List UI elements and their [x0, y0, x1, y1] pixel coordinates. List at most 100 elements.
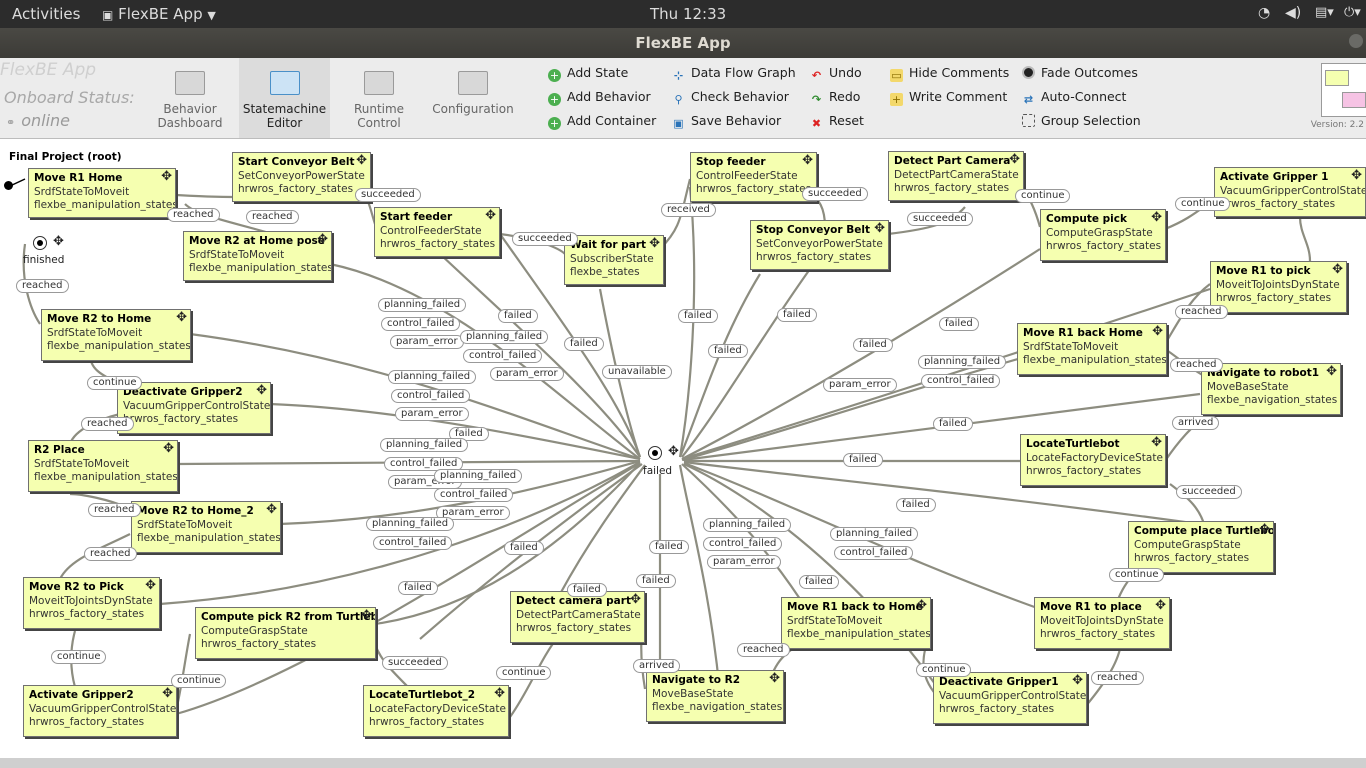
move-icon[interactable]: ✥ — [1155, 599, 1166, 613]
nav-behavior-dashboard[interactable]: Behavior Dashboard — [150, 58, 230, 138]
move-icon[interactable]: ✥ — [769, 672, 780, 686]
outcome-label[interactable]: succeeded — [1176, 485, 1242, 499]
group-selection-button[interactable]: Group Selection — [1022, 113, 1141, 128]
minimap-preview[interactable] — [1321, 63, 1366, 117]
state-wait-for-part[interactable]: Wait for part SubscriberState flexbe_state… — [564, 235, 664, 285]
outcome-label[interactable]: continue — [1015, 189, 1071, 203]
outcome-label[interactable]: succeeded — [512, 232, 578, 246]
move-icon[interactable]: ✥ — [874, 222, 885, 236]
outcome-label[interactable]: control_failed — [373, 536, 453, 550]
state-activate-gripper-1[interactable]: Activate Gripper 1 VacuumGripperControlSt… — [1214, 167, 1366, 217]
battery-icon[interactable]: ▤▾ — [1315, 5, 1334, 20]
move-icon[interactable]: ✥ — [161, 170, 172, 184]
move-icon[interactable]: ✥ — [494, 687, 505, 701]
outcome-label[interactable]: param_error — [390, 335, 464, 349]
move-icon[interactable]: ✥ — [145, 579, 156, 593]
outcome-label[interactable]: control_failed — [463, 349, 543, 363]
move-icon[interactable]: ✥ — [916, 599, 927, 613]
outcome-label[interactable]: control_failed — [434, 488, 514, 502]
outcome-label[interactable]: arrived — [1172, 416, 1220, 430]
state-stop-feeder[interactable]: Stop feeder ControlFeederState hrwros_fact… — [690, 152, 817, 202]
outcome-label[interactable]: reached — [1170, 358, 1223, 372]
state-detect-part-camera[interactable]: Detect Part Camera DetectPartCameraState h… — [888, 151, 1024, 201]
close-icon[interactable] — [1349, 34, 1363, 48]
move-icon[interactable]: ✥ — [1332, 263, 1343, 277]
outcome-label[interactable]: reached — [16, 279, 69, 293]
nav-statemachine-editor[interactable]: Statemachine Editor — [239, 58, 330, 138]
state-detect-camera-part[interactable]: Detect camera part DetectPartCameraState h… — [510, 591, 645, 643]
state-compute-pick-r2-from-turtlebot[interactable]: Compute pick R2 from Turtlebot ComputeGra… — [195, 607, 376, 659]
outcome-label[interactable]: reached — [246, 210, 299, 224]
app-menu[interactable]: ▣ FlexBE App ▼ — [102, 5, 216, 23]
outcome-label[interactable]: reached — [81, 417, 134, 431]
outcome-label[interactable]: succeeded — [355, 188, 421, 202]
outcome-label[interactable]: reached — [167, 208, 220, 222]
outcome-label[interactable]: failed — [708, 344, 748, 358]
statemachine-canvas[interactable]: Final Project (root) ✥ finished ✥ failed… — [0, 139, 1366, 758]
move-icon[interactable]: ✥ — [53, 234, 64, 249]
outcome-label[interactable]: failed — [777, 308, 817, 322]
state-move-r1-back-home[interactable]: Move R1 back Home SrdfStateToMoveit flexbe… — [1017, 323, 1167, 375]
outcome-label[interactable]: control_failed — [703, 537, 783, 551]
state-move-r1-home[interactable]: Move R1 Home SrdfStateToMoveit flexbe_mani… — [28, 168, 176, 218]
state-move-r2-to-pick[interactable]: Move R2 to Pick MoveitToJointsDynState hrw… — [23, 577, 160, 629]
move-icon[interactable]: ✥ — [266, 503, 277, 517]
outcome-label[interactable]: succeeded — [802, 187, 868, 201]
move-icon[interactable]: ✥ — [1351, 169, 1362, 183]
outcome-label[interactable]: control_failed — [921, 374, 1001, 388]
finished-node[interactable] — [33, 236, 47, 250]
outcome-label[interactable]: continue — [51, 650, 107, 664]
write-comment-button[interactable]: + Write Comment — [890, 89, 1007, 106]
outcome-label[interactable]: succeeded — [907, 212, 973, 226]
outcome-label[interactable]: control_failed — [391, 389, 471, 403]
move-icon[interactable]: ✥ — [163, 442, 174, 456]
outcome-label[interactable]: planning_failed — [388, 370, 477, 384]
data-flow-graph-button[interactable]: ⊹ Data Flow Graph — [672, 65, 796, 82]
add-behavior-button[interactable]: + Add Behavior — [548, 89, 651, 106]
move-icon[interactable]: ✥ — [1072, 674, 1083, 688]
move-icon[interactable]: ✥ — [356, 154, 367, 168]
outcome-label[interactable]: planning_failed — [830, 527, 919, 541]
clock[interactable]: Thu 12:33 — [650, 5, 726, 23]
outcome-label[interactable]: planning_failed — [366, 517, 455, 531]
outcome-label[interactable]: planning_failed — [378, 298, 467, 312]
move-icon[interactable]: ✥ — [162, 687, 173, 701]
state-move-r1-to-place[interactable]: Move R1 to place MoveitToJointsDynState hr… — [1034, 597, 1170, 649]
auto-connect-button[interactable]: ⇄ Auto-Connect — [1022, 89, 1127, 106]
state-stop-conveyor-belt[interactable]: Stop Conveyor Belt SetConveyorPowerState h… — [750, 220, 889, 270]
state-move-r1-to-pick[interactable]: Move R1 to pick MoveitToJointsDynState hrw… — [1210, 261, 1347, 313]
move-icon[interactable]: ✥ — [256, 384, 267, 398]
move-icon[interactable]: ✥ — [649, 237, 660, 251]
redo-button[interactable]: ↷ Redo — [810, 89, 861, 106]
outcome-label[interactable]: param_error — [823, 378, 897, 392]
outcome-label[interactable]: continue — [496, 666, 552, 680]
outcome-label[interactable]: planning_failed — [703, 518, 792, 532]
state-r2-place[interactable]: R2 Place SrdfStateToMoveit flexbe_manipula… — [28, 440, 178, 492]
outcome-label[interactable]: succeeded — [382, 656, 448, 670]
move-icon[interactable]: ✥ — [668, 444, 679, 459]
state-navigate-to-r2[interactable]: Navigate to R2 MoveBaseState flexbe_naviga… — [646, 670, 784, 722]
state-navigate-to-robot1[interactable]: Navigate to robot1 MoveBaseState flexbe_na… — [1201, 363, 1341, 415]
move-icon[interactable]: ✥ — [802, 154, 813, 168]
outcome-label[interactable]: continue — [171, 674, 227, 688]
add-container-button[interactable]: + Add Container — [548, 113, 656, 130]
move-icon[interactable]: ✥ — [630, 593, 641, 607]
outcome-label[interactable]: failed — [933, 417, 973, 431]
outcome-label[interactable]: failed — [498, 309, 538, 323]
state-locate-turtlebot[interactable]: LocateTurtlebot LocateFactoryDeviceState h… — [1020, 434, 1166, 486]
wifi-icon[interactable]: ◔ — [1258, 5, 1270, 21]
outcome-label[interactable]: failed — [853, 338, 893, 352]
state-activate-gripper2[interactable]: Activate Gripper2 VacuumGripperControlSta… — [23, 685, 177, 737]
outcome-label[interactable]: planning_failed — [918, 355, 1007, 369]
outcome-label[interactable]: unavailable — [602, 365, 672, 379]
outcome-label[interactable]: failed — [504, 541, 544, 555]
fade-outcomes-button[interactable]: Fade Outcomes — [1022, 65, 1138, 80]
failed-node[interactable] — [648, 446, 662, 460]
outcome-label[interactable]: failed — [896, 498, 936, 512]
outcome-label[interactable]: failed — [649, 540, 689, 554]
check-behavior-button[interactable]: ⚲ Check Behavior — [672, 89, 788, 106]
outcome-label[interactable]: reached — [88, 503, 141, 517]
activities-button[interactable]: Activities — [12, 5, 80, 23]
move-icon[interactable]: ✥ — [1259, 523, 1270, 537]
outcome-label[interactable]: failed — [678, 309, 718, 323]
